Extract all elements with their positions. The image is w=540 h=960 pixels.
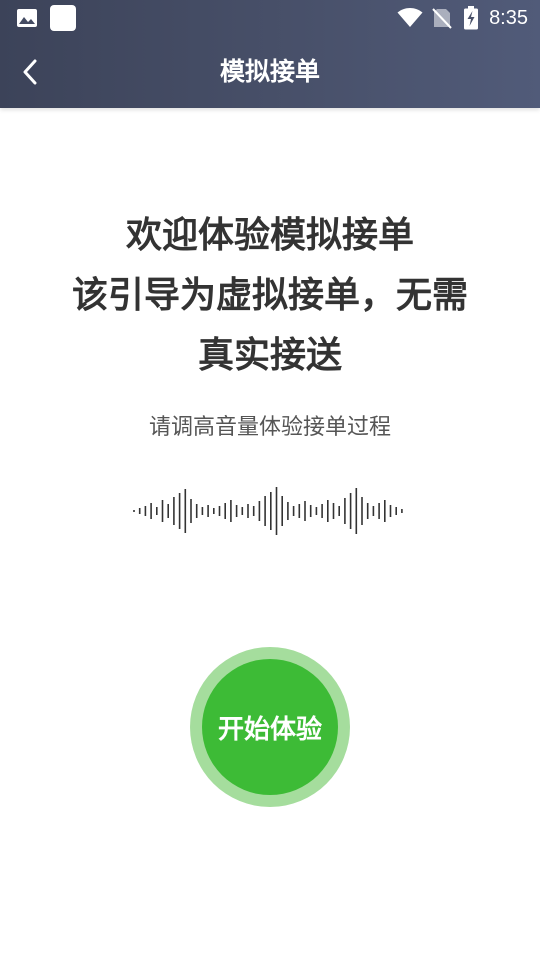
no-sim-icon [432, 8, 452, 29]
start-button-core: 开始体验 [202, 659, 338, 795]
headline-line-3: 真实接送 [197, 335, 342, 376]
headline-line-2: 该引导为虚拟接单，无需 [71, 275, 468, 316]
app-square-icon [50, 5, 76, 31]
start-button-label: 开始体验 [217, 714, 322, 745]
nav-bar: 模拟接单 [0, 36, 540, 108]
wifi-icon [397, 8, 423, 27]
headline-line-1: 欢迎体验模拟接单 [125, 215, 414, 256]
start-button[interactable]: 开始体验 [190, 647, 350, 807]
status-bar: 8:35 [0, 0, 540, 36]
sound-wave-icon [133, 487, 403, 535]
volume-hint: 请调高音量体验接单过程 [148, 415, 391, 440]
battery-charging-icon [464, 6, 479, 30]
page-title: 模拟接单 [219, 57, 320, 86]
status-icons: 8:35 [397, 0, 528, 36]
gallery-icon [17, 9, 37, 27]
status-time: 8:35 [489, 6, 528, 29]
app-header: 8:35 模拟接单 [0, 0, 540, 108]
welcome-headline: 欢迎体验模拟接单 该引导为虚拟接单，无需 真实接送 [40, 206, 500, 386]
